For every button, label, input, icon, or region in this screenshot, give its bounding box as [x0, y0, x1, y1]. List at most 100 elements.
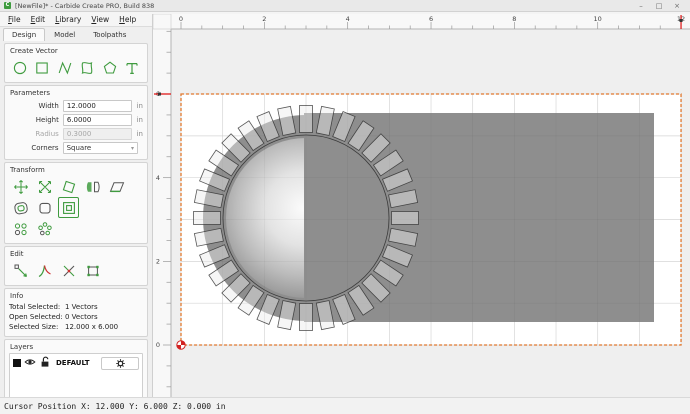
menubar: FileEditLibraryViewHelp: [0, 12, 152, 27]
width-label: Width: [9, 102, 63, 110]
svg-text:8: 8: [512, 15, 516, 23]
fillet-tool[interactable]: [34, 197, 55, 218]
info-value: 0 Vectors: [65, 313, 98, 321]
layer-settings-button[interactable]: [101, 357, 139, 370]
text-tool[interactable]: [123, 57, 143, 78]
resize-tool[interactable]: [82, 260, 103, 281]
svg-text:2: 2: [262, 15, 266, 23]
linear-array-tool[interactable]: [10, 218, 31, 239]
svg-text:4: 4: [346, 15, 350, 23]
circular-array-tool[interactable]: [34, 218, 55, 239]
edit-tools: [9, 260, 143, 281]
corners-value: Square: [67, 144, 92, 152]
create-vector-group: Create Vector: [4, 43, 148, 83]
resize-icon: [85, 263, 101, 279]
move-tool[interactable]: [10, 176, 31, 197]
edit-group: Edit: [4, 246, 148, 286]
width-field[interactable]: 12.0000: [63, 100, 132, 112]
node-edit-tool[interactable]: [10, 260, 31, 281]
info-label: Open Selected:: [9, 313, 65, 321]
vector-ring-rect[interactable]: [392, 212, 419, 225]
svg-text:0: 0: [156, 341, 160, 349]
maximize-button[interactable]: □: [650, 2, 668, 10]
minimize-button[interactable]: –: [632, 2, 650, 10]
circular-array-icon: [37, 221, 53, 237]
polyline-tool[interactable]: [55, 57, 75, 78]
curve-tool[interactable]: [78, 57, 98, 78]
offset-icon: [13, 200, 29, 216]
skew-icon: [109, 179, 125, 195]
height-field[interactable]: 6.0000: [63, 114, 132, 126]
canvas-pane[interactable]: 0246810120246: [152, 14, 690, 397]
circle-tool[interactable]: [10, 57, 30, 78]
tab-toolpaths[interactable]: Toolpaths: [84, 28, 135, 41]
align-tool[interactable]: [58, 197, 79, 218]
ruler-corner-box: [153, 14, 171, 29]
layer-visibility-toggle[interactable]: [24, 356, 36, 370]
horizontal-ruler: 024681012: [153, 14, 690, 29]
curve-icon: [79, 60, 95, 76]
layer-lock-toggle[interactable]: [39, 356, 51, 370]
info-row: Total Selected: 1 Vectors: [9, 302, 143, 312]
svg-text:10: 10: [594, 15, 602, 23]
menu-library[interactable]: Library: [50, 15, 86, 24]
unit-label: in: [132, 130, 143, 138]
info-label: Selected Size:: [9, 323, 65, 331]
svg-text:2: 2: [156, 258, 160, 266]
polygon-tool[interactable]: [100, 57, 120, 78]
skew-tool[interactable]: [106, 176, 127, 197]
corners-row: CornersSquare▾: [9, 141, 143, 155]
break-tool[interactable]: [58, 260, 79, 281]
scale-tool[interactable]: [34, 176, 55, 197]
radius-label: Radius: [9, 130, 63, 138]
layers-title: Layers: [9, 342, 143, 353]
app-icon: C: [4, 2, 11, 9]
design-canvas[interactable]: 0246810120246: [153, 14, 690, 397]
height-label: Height: [9, 116, 63, 124]
vertical-ruler: 0246: [153, 29, 171, 397]
text-icon: [124, 60, 140, 76]
info-label: Total Selected:: [9, 303, 65, 311]
vector-ring-rect[interactable]: [300, 304, 313, 331]
move-icon: [13, 179, 29, 195]
info-title: Info: [9, 291, 143, 302]
menu-edit[interactable]: Edit: [26, 15, 51, 24]
menu-help[interactable]: Help: [114, 15, 141, 24]
eye-icon: [24, 356, 36, 368]
gear-icon: [115, 358, 126, 369]
parameters-group: Parameters Width12.0000inHeight6.0000inR…: [4, 85, 148, 160]
polygon-icon: [102, 60, 118, 76]
layer-row[interactable]: DEFAULT: [10, 354, 142, 372]
linear-array-icon: [13, 221, 29, 237]
menu-view[interactable]: View: [86, 15, 114, 24]
trim-tool[interactable]: [34, 260, 55, 281]
mirror-tool[interactable]: [82, 176, 103, 197]
vector-ring-rect[interactable]: [194, 212, 221, 225]
align-icon: [61, 200, 77, 216]
tab-model[interactable]: Model: [45, 28, 84, 41]
node-edit-icon: [13, 263, 29, 279]
menu-file[interactable]: File: [3, 15, 26, 24]
svg-text:6: 6: [429, 15, 433, 23]
rectangle-tool[interactable]: [33, 57, 53, 78]
rotate-tool[interactable]: [58, 176, 79, 197]
create-vector-title: Create Vector: [9, 46, 143, 57]
left-column: FileEditLibraryViewHelp DesignModelToolp…: [0, 12, 152, 397]
offset-tool[interactable]: [10, 197, 31, 218]
corners-select[interactable]: Square ▾: [63, 142, 138, 154]
info-rows: Total Selected: 1 VectorsOpen Selected: …: [9, 302, 143, 332]
tab-design[interactable]: Design: [3, 28, 45, 41]
trim-icon: [37, 263, 53, 279]
cursor-position-readout: Cursor Position X: 12.000 Y: 6.000 Z: 0.…: [4, 402, 226, 411]
info-value: 12.000 x 6.000: [65, 323, 118, 331]
layer-color-swatch[interactable]: [13, 359, 21, 367]
svg-text:4: 4: [156, 174, 160, 182]
chevron-down-icon: ▾: [131, 145, 134, 152]
transform-tool-row: [9, 197, 143, 218]
layer-name: DEFAULT: [54, 359, 98, 367]
close-button[interactable]: ×: [668, 2, 686, 10]
rotate-icon: [61, 179, 77, 195]
transform-tool-row: [9, 218, 143, 239]
vector-ring-rect[interactable]: [300, 106, 313, 133]
parameters-fields: Width12.0000inHeight6.0000inRadius0.3000…: [9, 99, 143, 155]
